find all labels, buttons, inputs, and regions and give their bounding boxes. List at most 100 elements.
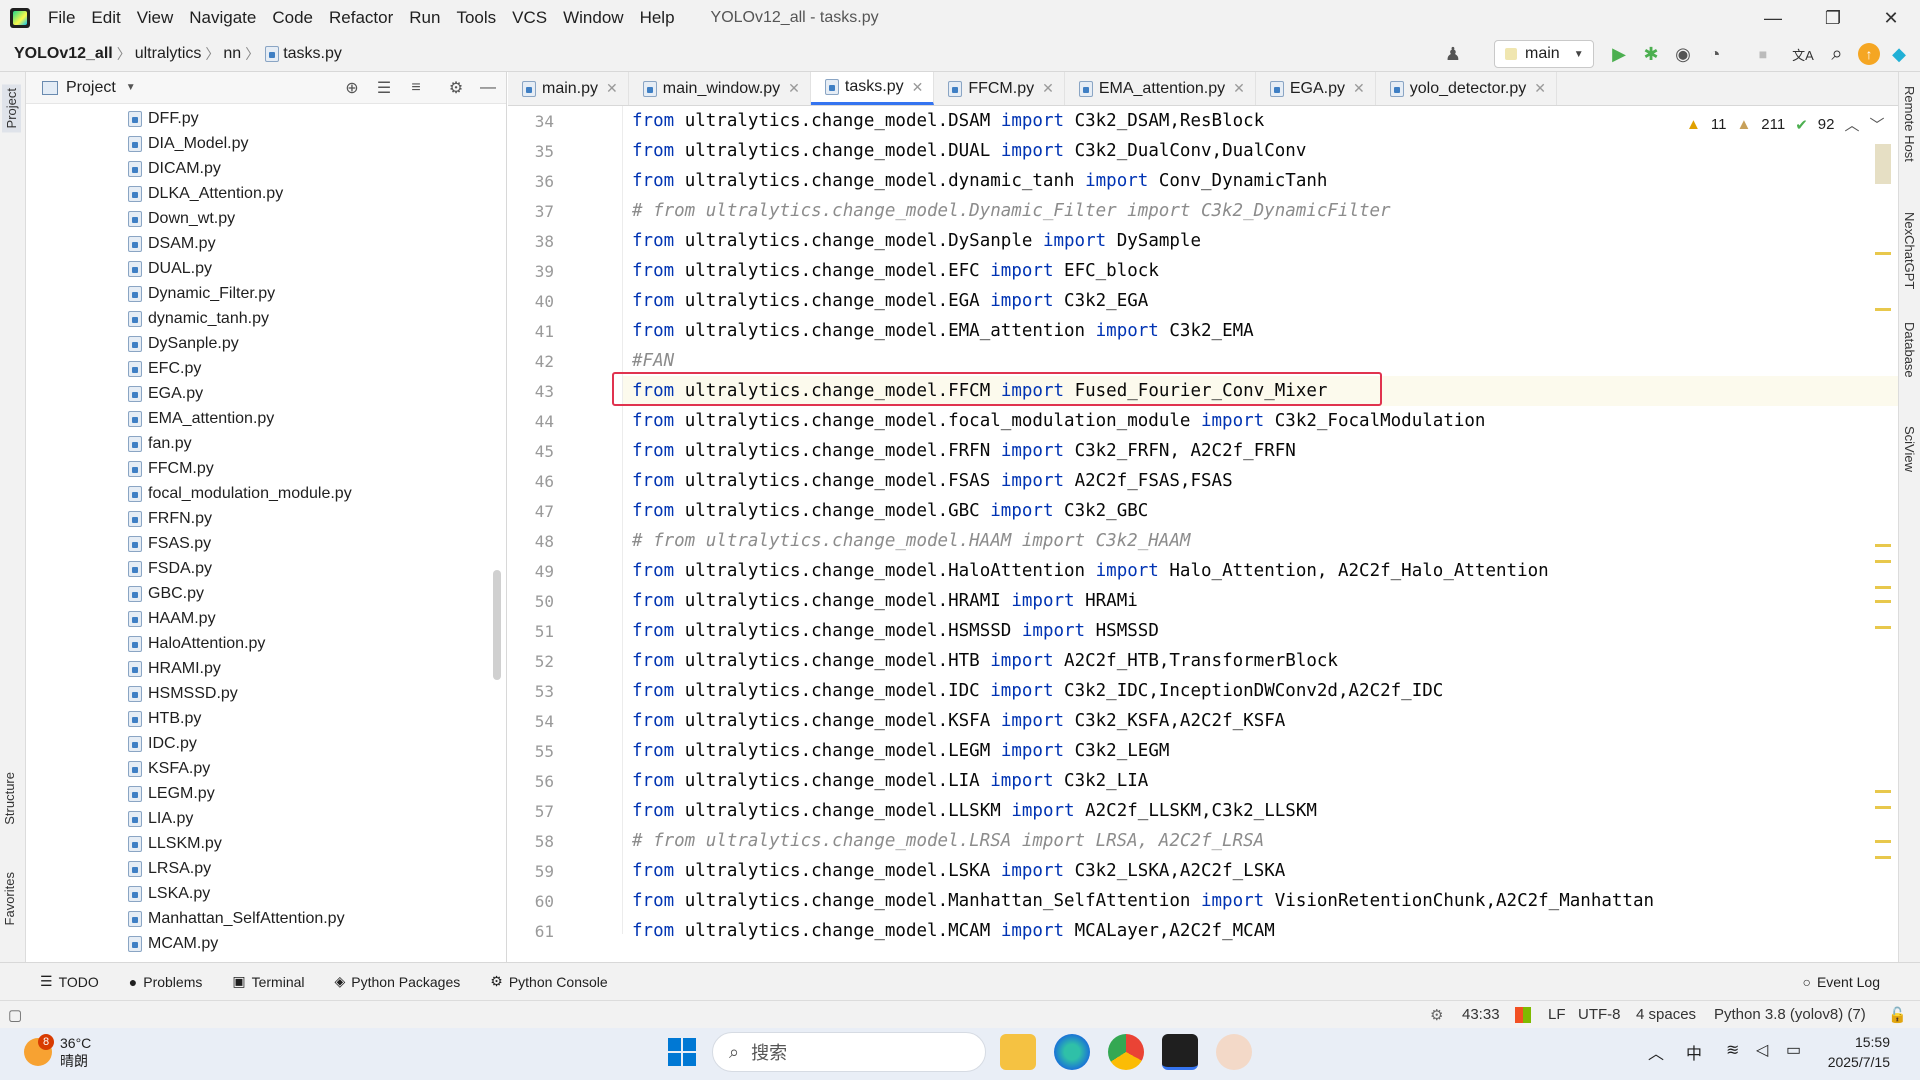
tree-file-item[interactable]: LIA.py <box>26 806 496 831</box>
lock-icon[interactable]: 🔓 <box>1888 1006 1907 1024</box>
collapse-all-icon[interactable]: ≡ <box>406 78 426 98</box>
menu-file[interactable]: File <box>40 8 83 28</box>
error-stripe-marker[interactable] <box>1875 586 1891 589</box>
close-tab-icon[interactable]: ✕ <box>1042 80 1054 97</box>
close-tab-icon[interactable]: ✕ <box>912 79 924 96</box>
code-line[interactable]: from ultralytics.change_model.FRFN impor… <box>632 436 1296 466</box>
tree-file-item[interactable]: Down_wt.py <box>26 206 496 231</box>
chevron-down-icon[interactable]: ▼ <box>126 82 136 93</box>
error-stripe-marker[interactable] <box>1875 806 1891 809</box>
caret-position[interactable]: 43:33 <box>1462 1006 1500 1023</box>
tree-file-item[interactable]: DySanple.py <box>26 331 496 356</box>
favorites-tool-tab[interactable]: Favorites <box>2 872 17 925</box>
code-line[interactable]: from ultralytics.change_model.HTB import… <box>632 646 1338 676</box>
code-line[interactable]: # from ultralytics.change_model.LRSA imp… <box>632 826 1264 856</box>
todo-tool-button[interactable]: ☰ TODO <box>40 973 99 990</box>
tree-file-item[interactable]: HRAMI.py <box>26 656 496 681</box>
close-tab-icon[interactable]: ✕ <box>788 80 800 97</box>
gear-icon[interactable]: ⚙ <box>1430 1006 1443 1024</box>
remote-host-tool-tab[interactable]: Remote Host <box>1902 86 1917 162</box>
ime-indicator[interactable]: 中 <box>1686 1040 1702 1064</box>
menu-navigate[interactable]: Navigate <box>181 8 264 28</box>
code-line[interactable]: from ultralytics.change_model.focal_modu… <box>632 406 1485 436</box>
line-separator[interactable]: LF <box>1548 1006 1566 1023</box>
problems-tool-button[interactable]: ● Problems <box>129 974 203 990</box>
breadcrumb-project[interactable]: YOLOv12_all <box>10 45 117 63</box>
code-line[interactable]: from ultralytics.change_model.KSFA impor… <box>632 706 1285 736</box>
tree-file-item[interactable]: DFF.py <box>26 106 496 131</box>
chevron-down-icon[interactable]: ﹀ <box>1870 114 1885 135</box>
profile-icon[interactable]: ◔ <box>1704 43 1726 65</box>
tree-file-item[interactable]: IDC.py <box>26 731 496 756</box>
code-line[interactable]: from ultralytics.change_model.MCAM impor… <box>632 916 1275 946</box>
editor-tab[interactable]: yolo_detector.py ✕ <box>1376 72 1558 105</box>
sciview-tool-tab[interactable]: SciView <box>1902 426 1917 472</box>
code-line[interactable]: from ultralytics.change_model.HaloAttent… <box>632 556 1549 586</box>
edge-browser-icon[interactable] <box>1054 1034 1090 1070</box>
nexchatgpt-tool-tab[interactable]: NexChatGPT <box>1902 212 1917 289</box>
tree-file-item[interactable]: EFC.py <box>26 356 496 381</box>
error-stripe-marker[interactable] <box>1875 544 1891 547</box>
tree-file-item[interactable]: focal_modulation_module.py <box>26 481 496 506</box>
tree-file-item[interactable]: HaloAttention.py <box>26 631 496 656</box>
minimize-button[interactable]: — <box>1744 0 1802 36</box>
layout-icon[interactable]: ▢ <box>8 1006 22 1024</box>
hide-icon[interactable]: — <box>478 78 498 98</box>
code-line[interactable]: from ultralytics.change_model.LIA import… <box>632 766 1148 796</box>
error-stripe-marker[interactable] <box>1875 856 1891 859</box>
code-line[interactable]: from ultralytics.change_model.LSKA impor… <box>632 856 1285 886</box>
code-line[interactable]: from ultralytics.change_model.LLSKM impo… <box>632 796 1317 826</box>
menu-vcs[interactable]: VCS <box>504 8 555 28</box>
structure-tool-tab[interactable]: Structure <box>2 772 17 825</box>
close-tab-icon[interactable]: ✕ <box>1233 80 1245 97</box>
update-icon[interactable]: ↑ <box>1858 43 1880 65</box>
tree-file-item[interactable]: DLKA_Attention.py <box>26 181 496 206</box>
volume-icon[interactable]: ◁ <box>1756 1040 1768 1060</box>
menu-tools[interactable]: Tools <box>448 8 504 28</box>
tree-file-item[interactable]: KSFA.py <box>26 756 496 781</box>
windows-start-icon[interactable] <box>664 1034 700 1070</box>
search-icon[interactable]: ⌕ <box>1826 43 1848 65</box>
code-editor[interactable]: 34 35 36 37 38 39 40 41 42 43 44 45 46 47 48 49 50 51 52 53… <box>508 106 1898 941</box>
battery-icon[interactable]: ▭ <box>1786 1040 1801 1060</box>
translate-icon[interactable]: 文A <box>1792 43 1814 65</box>
close-tab-icon[interactable]: ✕ <box>606 80 618 97</box>
error-stripe-marker[interactable] <box>1875 308 1891 311</box>
close-button[interactable]: ✕ <box>1862 0 1920 36</box>
tree-file-item[interactable]: EMA_attention.py <box>26 406 496 431</box>
taskbar-search[interactable]: ⌕ 搜索 <box>712 1032 986 1072</box>
file-explorer-icon[interactable] <box>1000 1034 1036 1070</box>
tree-file-item[interactable]: HSMSSD.py <box>26 681 496 706</box>
scroll-thumb[interactable] <box>1875 144 1891 184</box>
menu-edit[interactable]: Edit <box>83 8 128 28</box>
tree-file-item[interactable]: LLSKM.py <box>26 831 496 856</box>
error-stripe-marker[interactable] <box>1875 560 1891 563</box>
gear-icon[interactable]: ⚙ <box>446 78 466 98</box>
code-line[interactable]: from ultralytics.change_model.DSAM impor… <box>632 106 1264 136</box>
file-encoding[interactable]: UTF-8 <box>1578 1006 1621 1023</box>
tree-file-item[interactable]: FSAS.py <box>26 531 496 556</box>
tree-file-item[interactable]: Manhattan_SelfAttention.py <box>26 906 496 931</box>
close-tab-icon[interactable]: ✕ <box>1534 80 1546 97</box>
user-icon[interactable]: ♟ <box>1442 43 1464 65</box>
pycharm-logo-icon[interactable] <box>10 8 30 28</box>
tree-file-item[interactable]: MCAM.py <box>26 931 496 956</box>
code-line[interactable]: from ultralytics.change_model.GBC import… <box>632 496 1148 526</box>
taskbar-clock[interactable]: 15:59 2025/7/15 <box>1828 1032 1890 1072</box>
error-stripe-marker[interactable] <box>1875 790 1891 793</box>
avatar-app-icon[interactable] <box>1216 1034 1252 1070</box>
project-tool-tab[interactable]: Project <box>2 84 21 133</box>
expand-all-icon[interactable]: ☰ <box>374 78 394 98</box>
breadcrumb-nn[interactable]: nn <box>219 45 245 63</box>
tree-file-item[interactable]: dynamic_tanh.py <box>26 306 496 331</box>
indent-setting[interactable]: 4 spaces <box>1636 1006 1696 1023</box>
menu-code[interactable]: Code <box>264 8 321 28</box>
python-packages-tool-button[interactable]: ◈ Python Packages <box>335 973 461 990</box>
error-stripe-marker[interactable] <box>1875 252 1891 255</box>
restore-button[interactable]: ❐ <box>1804 0 1862 36</box>
chevron-up-icon[interactable]: ︿ <box>1844 114 1859 135</box>
database-tool-tab[interactable]: Database <box>1902 322 1917 378</box>
tree-file-item[interactable]: GBC.py <box>26 581 496 606</box>
tree-file-item[interactable]: FRFN.py <box>26 506 496 531</box>
code-line[interactable]: # from ultralytics.change_model.Dynamic_… <box>632 196 1391 226</box>
